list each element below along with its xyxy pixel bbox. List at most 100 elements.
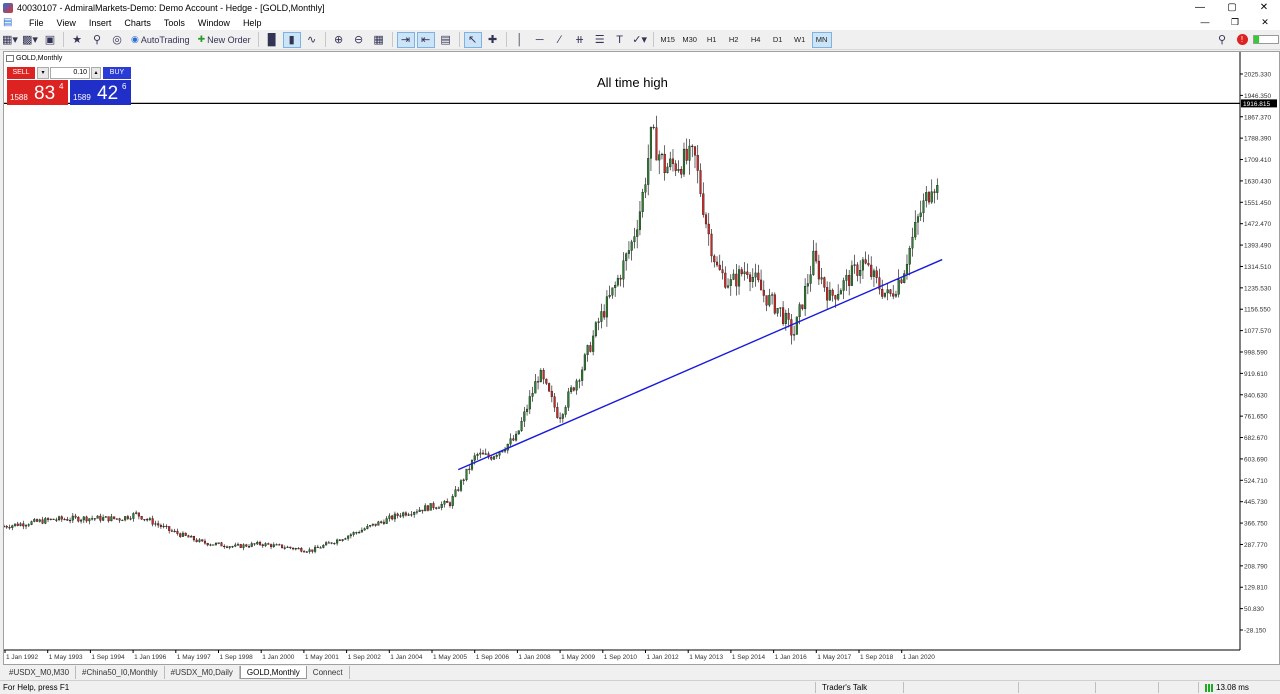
sell-price[interactable]: 1588 83 4 [7,80,68,105]
horizontal-line-icon[interactable]: ─ [531,32,549,48]
menu-window[interactable]: Window [193,18,238,28]
vertical-line-icon[interactable]: │ [511,32,529,48]
arrows-icon[interactable]: ✓▾ [631,32,649,48]
timeframe-d1[interactable]: D1 [768,32,788,48]
candle-bullish [625,253,628,261]
candle-bullish [124,516,127,521]
menu-help[interactable]: Help [238,18,270,28]
candle-bullish [638,211,641,230]
candle-bullish [19,523,22,526]
line-chart-icon[interactable]: ∿ [303,32,321,48]
y-tick-label: 445.730 [1244,499,1268,506]
candle-bullish [669,158,672,168]
tab-usdx-daily[interactable]: #USDX_M0,Daily [165,666,240,679]
autoscroll-icon[interactable]: ⇥ [396,31,415,48]
navigator-icon[interactable]: ★ [68,32,86,48]
timeframe-w1[interactable]: W1 [790,32,810,48]
zoom-in-icon[interactable]: ⊕ [330,32,348,48]
menu-tools[interactable]: Tools [159,18,193,28]
buy-price[interactable]: 1589 42 6 [70,80,131,105]
profiles-icon[interactable]: ▩▾ [21,32,39,48]
candlestick-icon[interactable]: ▮ [282,31,301,48]
menu-insert[interactable]: Insert [84,18,120,28]
y-tick-label: 603.690 [1244,456,1268,463]
search-icon[interactable]: ⚲ [1213,32,1231,48]
zoom-out-icon[interactable]: ⊖ [350,32,368,48]
menu-charts[interactable]: Charts [119,18,159,28]
tester-icon[interactable]: ◎ [108,32,126,48]
tab-usdx-m30[interactable]: #USDX_M0,M30 [3,666,77,679]
trendline-icon[interactable]: ∕ [551,32,569,48]
menu-file[interactable]: File [24,18,52,28]
fibonacci-icon[interactable]: ☰ [591,32,609,48]
tile-windows-icon[interactable]: ▦ [370,32,388,48]
candle-bearish [773,294,776,314]
price-chart[interactable]: 2025.330 1946.350 1867.370 1788.390 1709.410… [4,52,1279,664]
child-restore-button[interactable]: ❐ [1220,15,1250,30]
status-help-text: For Help, press F1 [3,683,70,692]
market-watch-icon[interactable]: ▣ [41,32,59,48]
candle-bullish [217,542,220,544]
candle-bullish [564,407,567,415]
autotrading-button[interactable]: ◉ AutoTrading [128,32,193,48]
candle-bearish [338,539,341,541]
indicators-icon[interactable]: ▤ [437,32,455,48]
document-icon[interactable]: ▤ [3,17,19,29]
candle-bullish [49,518,52,520]
maximize-button[interactable]: ▢ [1216,0,1248,15]
tab-gold-monthly[interactable]: GOLD,Monthly [239,666,307,679]
lot-increase-button[interactable]: ▴ [91,67,101,79]
candle-bullish [256,541,259,545]
candle-bullish [275,544,278,546]
cursor-icon[interactable]: ↖ [463,31,482,48]
timeframe-h4[interactable]: H4 [746,32,766,48]
x-tick-label: 1 Jan 2012 [647,654,680,661]
traders-talk-link[interactable]: Trader's Talk [822,683,867,692]
timeframe-mn[interactable]: MN [811,31,832,48]
equidistant-channel-icon[interactable]: ⧺ [571,32,589,48]
buy-button[interactable]: BUY [103,67,131,79]
candle-bullish [531,393,534,397]
candle-bullish [451,496,454,506]
close-button[interactable]: ✕ [1248,0,1280,15]
candle-bearish [790,319,793,336]
tab-connect[interactable]: Connect [307,666,350,679]
tab-china50-monthly[interactable]: #China50_I0,Monthly [76,666,165,679]
candle-bullish [644,184,647,193]
signal-icon[interactable] [1253,32,1279,48]
x-tick-label: 1 Sep 2010 [604,654,638,661]
child-minimize-button[interactable]: — [1190,15,1220,30]
candle-bearish [765,295,768,306]
candle-bearish [435,507,438,509]
timeframe-m30[interactable]: M30 [680,32,700,48]
timeframe-h2[interactable]: H2 [724,32,744,48]
candle-bearish [220,542,223,547]
timeframe-h1[interactable]: H1 [702,32,722,48]
terminal-icon[interactable]: ⚲ [88,32,106,48]
text-icon[interactable]: T [611,32,629,48]
minimize-button[interactable]: — [1184,0,1216,15]
child-close-button[interactable]: ✕ [1250,15,1280,30]
new-chart-icon[interactable]: ▦▾ [1,32,19,48]
notification-icon[interactable]: ! [1233,32,1251,48]
candle-bearish [663,153,666,174]
candle-bullish [842,280,845,291]
candle-bearish [261,544,264,547]
x-tick-label: 1 May 2001 [305,654,339,661]
menu-view[interactable]: View [52,18,84,28]
timeframe-m15[interactable]: M15 [658,32,678,48]
candle-bearish [278,544,281,546]
candle-bearish [159,524,162,527]
x-tick-label: 1 May 2013 [689,654,723,661]
candle-bearish [817,260,820,280]
sell-button[interactable]: SELL [7,67,35,79]
bar-chart-icon[interactable]: █ [263,32,281,48]
chart-window[interactable]: 2025.330 1946.350 1867.370 1788.390 1709.410… [3,51,1280,665]
candle-bullish [121,519,124,521]
lot-decrease-button[interactable]: ▾ [37,67,49,79]
crosshair-icon[interactable]: ✚ [484,32,502,48]
candle-bullish [861,259,864,271]
chart-shift-icon[interactable]: ⇤ [416,31,435,48]
lot-size-input[interactable]: 0.10 [50,67,90,79]
new-order-button[interactable]: ✚ New Order [195,32,254,48]
